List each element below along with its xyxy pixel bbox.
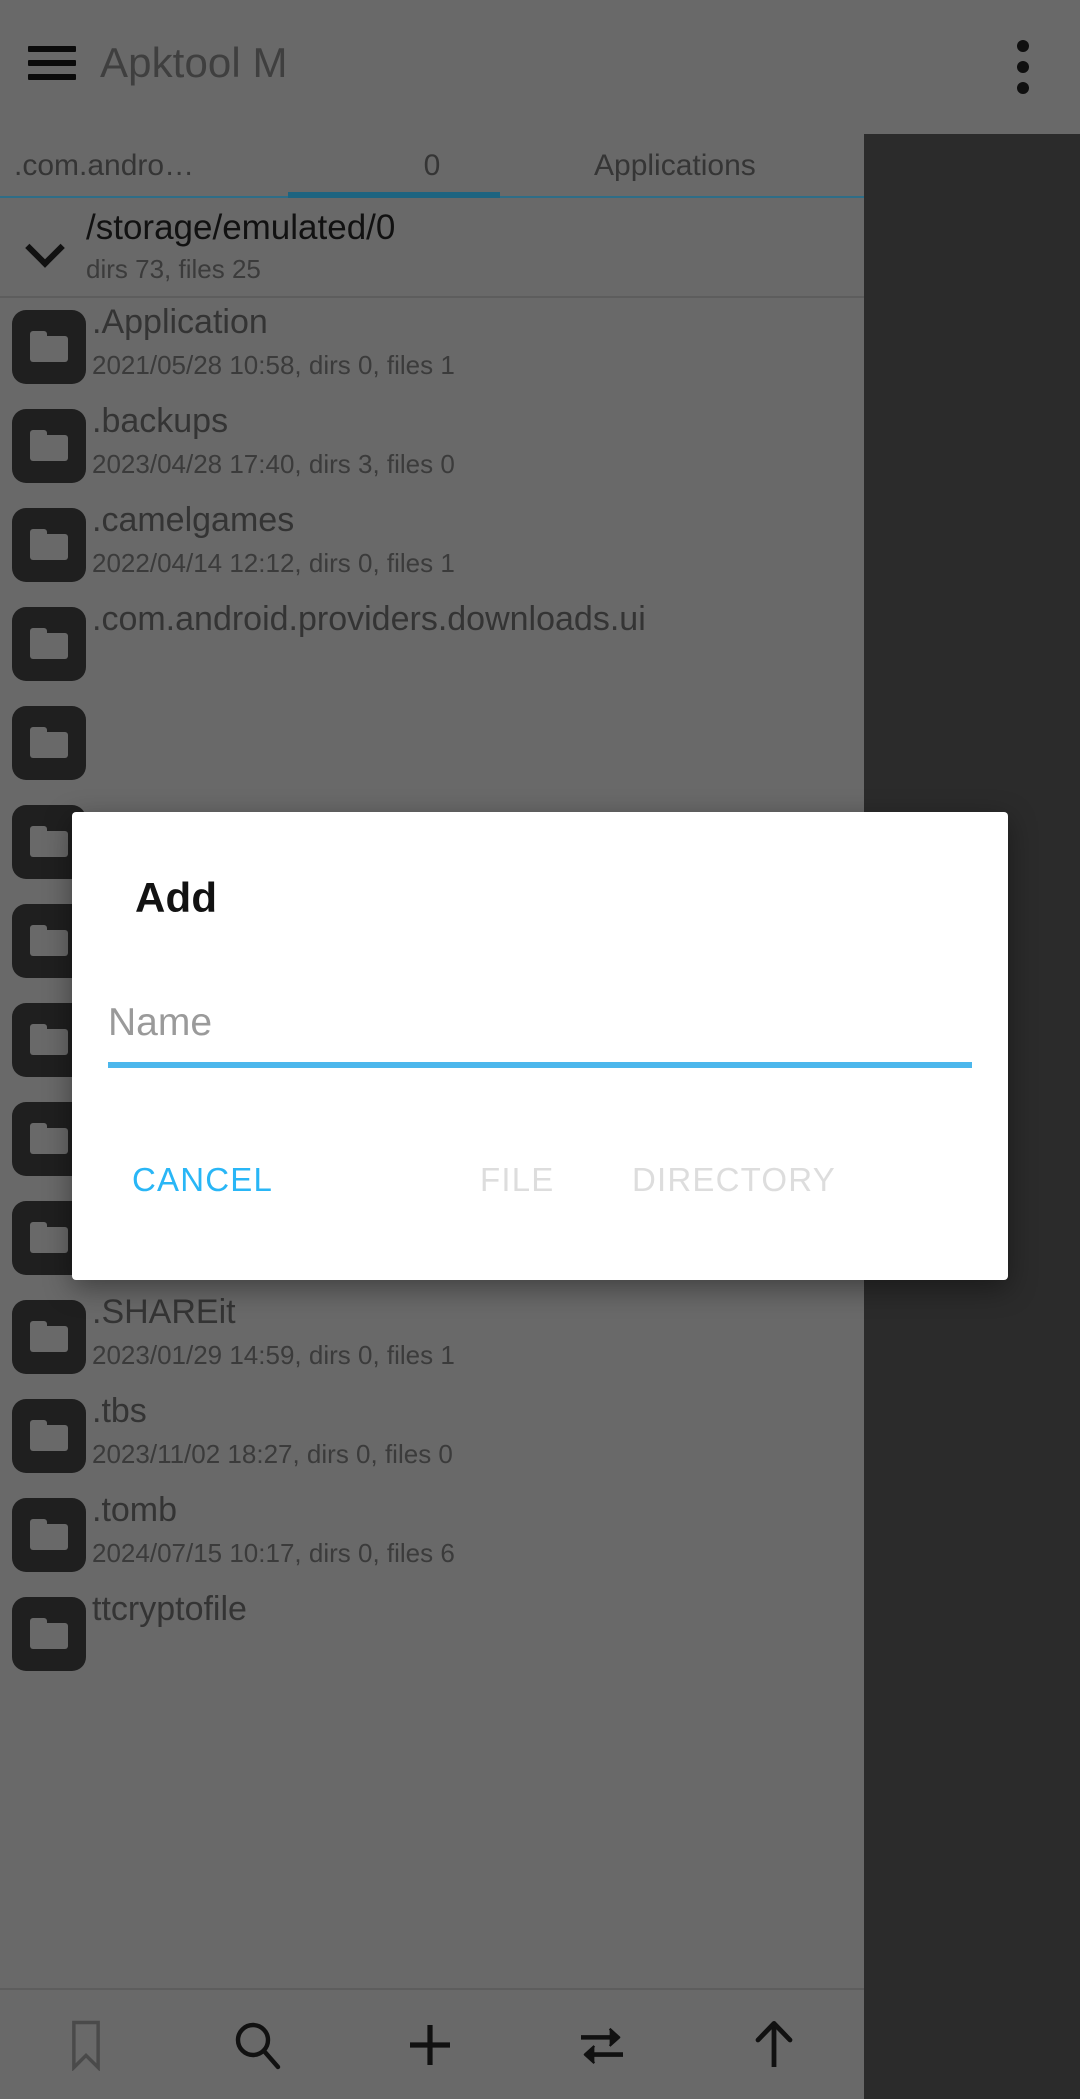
- list-item[interactable]: .Application 2021/05/28 10:58, dirs 0, f…: [0, 298, 864, 397]
- list-item-name: .camelgames: [92, 501, 295, 539]
- list-item-meta: 2024/07/15 10:17, dirs 0, files 6: [92, 1538, 455, 1568]
- list-item-meta: 2023/04/28 17:40, dirs 3, files 0: [92, 449, 455, 479]
- hamburger-bar: [28, 46, 76, 52]
- list-item[interactable]: .tbs 2023/11/02 18:27, dirs 0, files 0: [0, 1387, 864, 1486]
- folder-icon: [12, 310, 86, 384]
- folder-icon: [12, 1597, 86, 1671]
- transfer-button[interactable]: [516, 1990, 688, 2099]
- path-header[interactable]: /storage/emulated/0 dirs 73, files 25: [0, 198, 864, 298]
- folder-icon: [12, 409, 86, 483]
- tab-0[interactable]: 0: [288, 134, 576, 198]
- list-item[interactable]: [0, 694, 864, 793]
- name-input[interactable]: [108, 988, 972, 1058]
- chevron-down-icon[interactable]: [27, 234, 61, 254]
- list-item-name: .SHAREit: [92, 1293, 236, 1331]
- tab-bar: .com.andro… 0 Applications: [0, 134, 864, 199]
- overflow-dot: [1017, 40, 1029, 52]
- add-button[interactable]: [344, 1990, 516, 2099]
- path-summary: dirs 73, files 25: [86, 254, 261, 284]
- app-bar: Apktool M: [0, 0, 1080, 134]
- bookmark-icon: [65, 2019, 107, 2071]
- folder-icon: [12, 1498, 86, 1572]
- list-item-name: ttcryptofile: [92, 1590, 247, 1628]
- tab-com-android[interactable]: .com.andro…: [0, 134, 288, 198]
- list-item[interactable]: ttcryptofile: [0, 1585, 864, 1684]
- page-title: Apktool M: [100, 39, 288, 86]
- dialog-actions: CANCEL FILE DIRECTORY: [72, 1142, 1008, 1242]
- directory-button[interactable]: DIRECTORY: [632, 1142, 836, 1218]
- list-item-name: .tomb: [92, 1491, 178, 1529]
- folder-icon: [12, 508, 86, 582]
- overflow-dot: [1017, 82, 1029, 94]
- folder-icon: [12, 706, 86, 780]
- name-field: [108, 988, 972, 1070]
- swap-arrows-icon: [577, 2024, 627, 2066]
- list-item[interactable]: .com.android.providers.downloads.ui: [0, 595, 864, 694]
- list-item-name: .Application: [92, 303, 268, 341]
- bookmark-button[interactable]: [0, 1990, 172, 2099]
- list-item[interactable]: .tomb 2024/07/15 10:17, dirs 0, files 6: [0, 1486, 864, 1585]
- arrow-up-icon: [751, 2019, 797, 2071]
- current-path: /storage/emulated/0: [86, 208, 396, 247]
- hamburger-bar: [28, 60, 76, 66]
- list-item-name: .tbs: [92, 1392, 147, 1430]
- overflow-dot: [1017, 61, 1029, 73]
- add-dialog: Add CANCEL FILE DIRECTORY: [72, 812, 1008, 1280]
- plus-icon: [406, 2021, 454, 2069]
- folder-icon: [12, 1300, 86, 1374]
- list-item[interactable]: .backups 2023/04/28 17:40, dirs 3, files…: [0, 397, 864, 496]
- file-button[interactable]: FILE: [480, 1142, 555, 1218]
- list-item-meta: 2023/01/29 14:59, dirs 0, files 1: [92, 1340, 455, 1370]
- folder-icon: [12, 607, 86, 681]
- up-button[interactable]: [688, 1990, 860, 2099]
- list-item-name: .com.android.providers.downloads.ui: [92, 600, 646, 638]
- list-item-meta: 2021/05/28 10:58, dirs 0, files 1: [92, 350, 455, 380]
- list-item[interactable]: .camelgames 2022/04/14 12:12, dirs 0, fi…: [0, 496, 864, 595]
- list-item-name: .backups: [92, 402, 229, 440]
- hamburger-bar: [28, 74, 76, 80]
- dialog-title: Add: [135, 874, 218, 921]
- name-input-underline: [108, 1062, 972, 1068]
- hamburger-icon[interactable]: [28, 44, 76, 82]
- search-button[interactable]: [172, 1990, 344, 2099]
- more-vertical-icon[interactable]: [998, 36, 1048, 98]
- folder-icon: [12, 1399, 86, 1473]
- list-item-meta: 2023/11/02 18:27, dirs 0, files 0: [92, 1439, 453, 1469]
- app-screen: Apktool M .com.andro… 0 Applications /st…: [0, 0, 1080, 2099]
- search-icon: [232, 2019, 284, 2071]
- bottom-toolbar: [0, 1988, 864, 2099]
- tab-applications[interactable]: Applications: [576, 134, 864, 198]
- list-item-meta: 2022/04/14 12:12, dirs 0, files 1: [92, 548, 455, 578]
- cancel-button[interactable]: CANCEL: [132, 1142, 273, 1218]
- list-item[interactable]: .SHAREit 2023/01/29 14:59, dirs 0, files…: [0, 1288, 864, 1387]
